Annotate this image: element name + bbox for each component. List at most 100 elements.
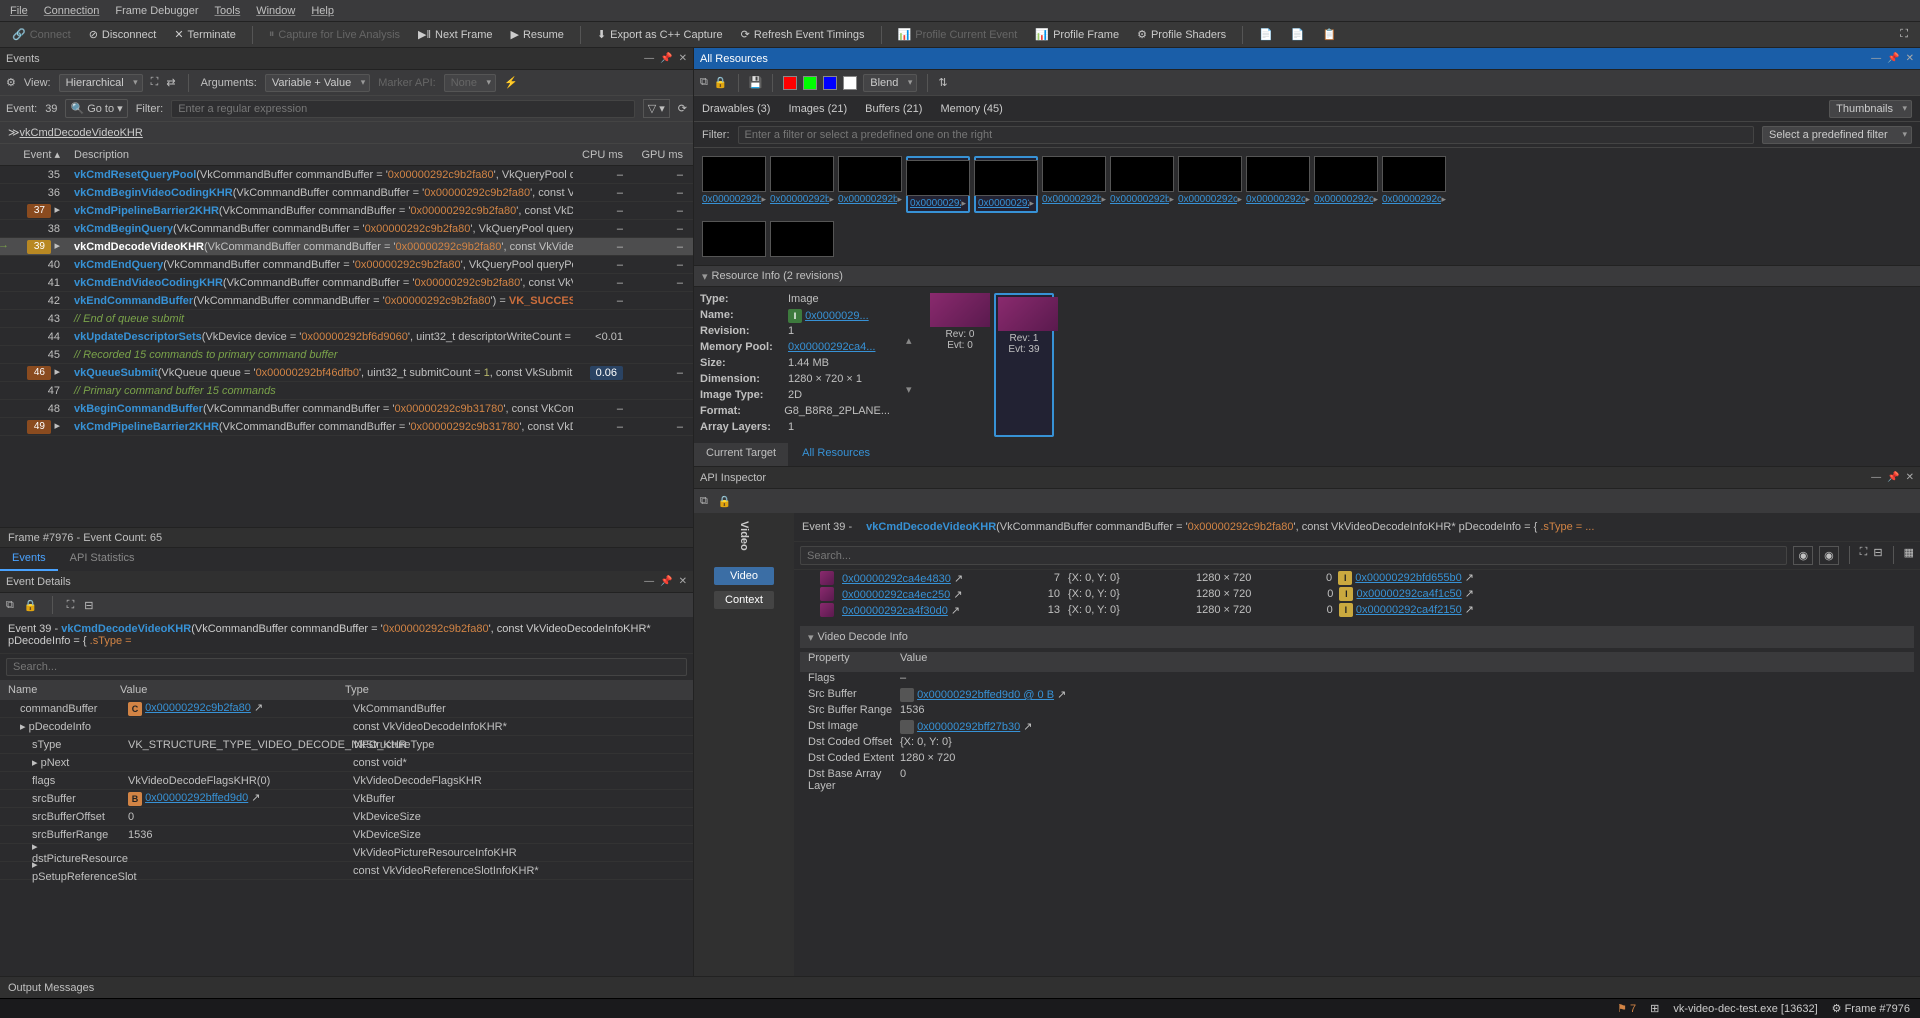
flag-icon[interactable]: ⚑ 7 — [1617, 1002, 1636, 1015]
col-name[interactable]: Name — [0, 684, 120, 696]
pin-icon[interactable]: 📌 — [1887, 472, 1899, 483]
detail-row[interactable]: ▸ pDecodeInfoconst VkVideoDecodeInfoKHR* — [0, 718, 693, 736]
reference-row[interactable]: 0x00000292ca4f30d0 ↗13{X: 0, Y: 0}1280 ×… — [800, 602, 1914, 618]
event-row[interactable]: 37 ▸vkCmdPipelineBarrier2KHR(VkCommandBu… — [0, 202, 693, 220]
collapse-icon[interactable]: ⊟ — [84, 599, 93, 612]
menu-file[interactable]: File — [10, 5, 28, 17]
copy-icon[interactable]: ⧉ — [6, 599, 14, 612]
menu-window[interactable]: Window — [256, 5, 295, 17]
thumbnail[interactable]: 0x00000292bfe644c0▸ — [770, 156, 834, 213]
event-row[interactable]: 42vkEndCommandBuffer(VkCommandBuffer com… — [0, 292, 693, 310]
close-icon[interactable]: ✕ — [1906, 472, 1914, 483]
expand-icon[interactable]: ⛶ — [1894, 26, 1914, 43]
detail-row[interactable]: commandBufferC 0x00000292c9b2fa80 ↗VkCom… — [0, 700, 693, 718]
detail-row[interactable]: ▸ pNextconst void* — [0, 754, 693, 772]
profile-shaders-button[interactable]: ⚙ Profile Shaders — [1131, 26, 1232, 43]
export-cpp-button[interactable]: ⬇ Export as C++ Capture — [591, 26, 729, 43]
event-row[interactable]: 41vkCmdEndVideoCodingKHR(VkCommandBuffer… — [0, 274, 693, 292]
inspector-search[interactable] — [800, 546, 1787, 565]
col-desc[interactable]: Description — [70, 149, 573, 161]
close-icon[interactable]: ✕ — [1906, 53, 1914, 64]
connect-button[interactable]: 🔗 Connect — [6, 26, 77, 43]
marker-dropdown[interactable]: None — [444, 74, 496, 92]
expand-icon[interactable]: ⛶ — [1860, 546, 1868, 565]
thumbnail[interactable]: 0x00000292ca4ec2...▸ — [1314, 156, 1378, 213]
pin-icon[interactable]: 📌 — [660, 576, 672, 587]
event-row[interactable]: 49 ▸vkCmdPipelineBarrier2KHR(VkCommandBu… — [0, 418, 693, 436]
filter-icon[interactable]: ▦ — [1904, 546, 1914, 565]
save-icon[interactable]: 💾 — [749, 76, 763, 89]
goto-button[interactable]: 🔍 Go to ▾ — [65, 99, 127, 118]
event-row[interactable]: 40vkCmdEndQuery(VkCommandBuffer commandB… — [0, 256, 693, 274]
col-event[interactable]: Event ▴ — [0, 148, 70, 161]
sort-icon[interactable]: ⇅ — [938, 76, 947, 89]
nav-icon[interactable]: ◉ — [1793, 546, 1813, 565]
event-row[interactable]: 43// End of queue submit — [0, 310, 693, 328]
tool-icon[interactable]: ⇄ — [166, 76, 175, 89]
predefined-filter-dropdown[interactable]: Select a predefined filter — [1762, 126, 1912, 144]
revision-thumbnail[interactable]: Rev: 0Evt: 0 — [930, 293, 990, 437]
event-row[interactable]: 48vkBeginCommandBuffer(VkCommandBuffer c… — [0, 400, 693, 418]
tool-icon[interactable]: ⛶ — [151, 76, 159, 89]
close-icon[interactable]: ✕ — [679, 576, 687, 587]
reference-row[interactable]: 0x00000292ca4e4830 ↗7{X: 0, Y: 0}1280 × … — [800, 570, 1914, 586]
minimize-icon[interactable]: — — [644, 53, 654, 64]
copy-icon[interactable]: ⧉ — [700, 76, 708, 89]
thumbnail[interactable]: 0x00000292bfe64030▸ — [702, 156, 766, 213]
tab-drawables[interactable]: Drawables (3) — [702, 103, 770, 115]
tab-all-resources[interactable]: All Resources — [790, 443, 882, 466]
tab-current-target[interactable]: Current Target — [694, 443, 788, 466]
event-row[interactable]: 47// Primary command buffer 15 commands — [0, 382, 693, 400]
event-row[interactable]: 45// Recorded 15 commands to primary com… — [0, 346, 693, 364]
detail-row[interactable]: sTypeVK_STRUCTURE_TYPE_VIDEO_DECODE_INFO… — [0, 736, 693, 754]
minimize-icon[interactable]: — — [1871, 472, 1881, 483]
terminate-button[interactable]: ✕ Terminate — [168, 26, 242, 43]
disconnect-button[interactable]: ⊘ Disconnect — [83, 26, 163, 43]
lock-icon[interactable]: 🔒 — [24, 599, 38, 612]
blend-dropdown[interactable]: Blend — [863, 74, 917, 92]
details-search[interactable] — [6, 658, 687, 676]
reference-row[interactable]: 0x00000292ca4ec250 ↗10{X: 0, Y: 0}1280 ×… — [800, 586, 1914, 602]
tab-api-stats[interactable]: API Statistics — [58, 548, 147, 571]
detail-row[interactable]: flagsVkVideoDecodeFlagsKHR(0)VkVideoDeco… — [0, 772, 693, 790]
pin-icon[interactable]: 📌 — [1887, 53, 1899, 64]
lock-icon[interactable]: 🔒 — [714, 76, 728, 89]
col-cpu[interactable]: CPU ms — [573, 149, 633, 161]
col-gpu[interactable]: GPU ms — [633, 149, 693, 161]
pin-icon[interactable]: 📌 — [660, 53, 672, 64]
tool-icon-2[interactable]: 📄 — [1285, 26, 1311, 43]
detail-row[interactable]: srcBufferB 0x00000292bffed9d0 ↗VkBuffer — [0, 790, 693, 808]
capture-live-button[interactable]: ⏸ Capture for Live Analysis — [263, 26, 406, 43]
event-row[interactable]: 36vkCmdBeginVideoCodingKHR(VkCommandBuff… — [0, 184, 693, 202]
filter-toggle[interactable]: ▽ ▾ — [643, 99, 670, 118]
event-row[interactable]: 46 ▸vkQueueSubmit(VkQueue queue = '0x000… — [0, 364, 693, 382]
nav-icon[interactable]: ◉ — [1819, 546, 1839, 565]
menu-connection[interactable]: Connection — [44, 5, 100, 17]
tab-buffers[interactable]: Buffers (21) — [865, 103, 922, 115]
resource-filter-input[interactable] — [738, 126, 1755, 144]
tab-memory[interactable]: Memory (45) — [940, 103, 1002, 115]
copy-icon[interactable]: ⧉ — [700, 495, 708, 508]
revision-thumbnail[interactable]: Rev: 1Evt: 39 — [994, 293, 1054, 437]
thumbnail[interactable]: 0x00000292bfe64de0▸ — [838, 156, 902, 213]
context-button[interactable]: Context — [714, 591, 774, 609]
minimize-icon[interactable]: — — [644, 576, 654, 587]
green-channel[interactable] — [803, 76, 817, 90]
thumbnail[interactable] — [770, 221, 834, 257]
minimize-icon[interactable]: — — [1871, 53, 1881, 64]
breadcrumb-link[interactable]: vkCmdDecodeVideoKHR — [20, 127, 143, 139]
next-frame-button[interactable]: ▶‖ Next Frame — [412, 26, 498, 43]
close-icon[interactable]: ✕ — [679, 53, 687, 64]
tool-icon-1[interactable]: 📄 — [1253, 26, 1279, 43]
video-decode-section[interactable]: Video Decode Info — [800, 626, 1914, 648]
thumbnail[interactable]: 0x00000292bff27b30▸ — [974, 156, 1038, 213]
lock-icon[interactable]: 🔒 — [718, 495, 732, 508]
detail-row[interactable]: srcBufferOffset0VkDeviceSize — [0, 808, 693, 826]
video-button[interactable]: Video — [714, 567, 774, 585]
profile-event-button[interactable]: 📊 Profile Current Event — [892, 26, 1024, 43]
resource-info-header[interactable]: Resource Info (2 revisions) — [694, 265, 1920, 287]
args-dropdown[interactable]: Variable + Value — [265, 74, 370, 92]
col-type[interactable]: Type — [345, 684, 693, 696]
tab-events[interactable]: Events — [0, 548, 58, 571]
view-dropdown[interactable]: Hierarchical — [59, 74, 143, 92]
